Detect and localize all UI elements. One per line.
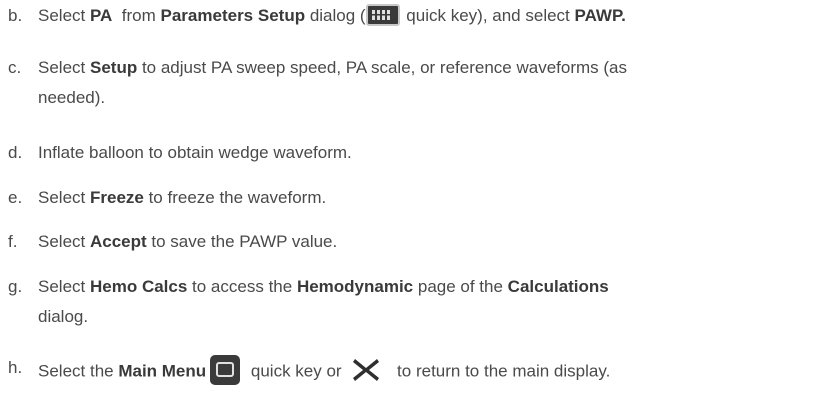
parameters-setup-icon xyxy=(365,4,400,27)
term-calculations: Calculations xyxy=(507,277,609,296)
step-marker: h. xyxy=(8,358,23,377)
term-hemodynamic: Hemodynamic xyxy=(296,277,414,296)
term-accept: Accept xyxy=(89,232,147,251)
step-text: Inflate balloon to obtain wedge waveform… xyxy=(38,143,352,162)
close-x-icon xyxy=(350,355,382,385)
step-text: Select Setup to adjust PA sweep speed, P… xyxy=(38,58,627,107)
step-text: Select the Main Menu quick key or to ret… xyxy=(38,355,818,389)
step-marker: e. xyxy=(8,188,23,207)
step-marker: c. xyxy=(8,58,22,77)
step-marker: f. xyxy=(8,232,18,251)
step-text: Select Freeze to freeze the waveform. xyxy=(38,188,327,207)
step-marker: b. xyxy=(8,6,23,25)
step-marker: d. xyxy=(8,143,23,162)
step-text: Select PA from Parameters Setup dialog (… xyxy=(38,4,626,27)
step-text: Select Hemo Calcs to access the Hemodyna… xyxy=(38,277,609,326)
term-hemo-calcs: Hemo Calcs xyxy=(89,277,188,296)
term-pawp: PAWP. xyxy=(574,6,626,25)
step-text: Select Accept to save the PAWP value. xyxy=(38,232,338,251)
step-marker: g. xyxy=(8,277,23,296)
term-setup: Setup xyxy=(89,58,138,77)
term-parameters-setup: Parameters Setup xyxy=(160,6,306,25)
term-main-menu: Main Menu xyxy=(118,361,207,381)
main-menu-icon xyxy=(210,355,241,385)
term-freeze: Freeze xyxy=(89,188,144,207)
term-pa: PA xyxy=(89,6,113,25)
